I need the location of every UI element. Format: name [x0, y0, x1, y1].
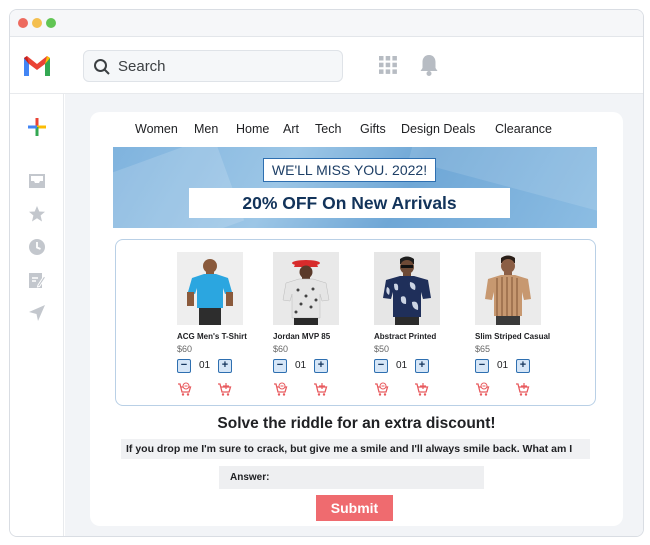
remove-from-cart-icon[interactable] — [374, 382, 389, 397]
remove-from-cart-icon[interactable] — [273, 382, 288, 397]
nav-art[interactable]: Art — [283, 122, 299, 136]
submit-button[interactable]: Submit — [316, 495, 393, 521]
compose-plus-icon[interactable] — [28, 118, 46, 136]
decrease-quantity-button[interactable]: − — [273, 359, 287, 373]
clock-icon[interactable] — [28, 238, 46, 256]
decrease-quantity-button[interactable]: − — [475, 359, 489, 373]
quantity-value: 01 — [497, 360, 509, 371]
riddle-title: Solve the riddle for an extra discount! — [217, 415, 496, 432]
nav-home[interactable]: Home — [236, 122, 269, 136]
product-name[interactable]: Slim Striped Casual — [475, 332, 550, 341]
product-price: $50 — [374, 344, 390, 354]
search-placeholder: Search — [118, 58, 166, 75]
increase-quantity-button[interactable]: + — [415, 359, 429, 373]
nav-design-deals[interactable]: Design Deals — [401, 122, 475, 136]
increase-quantity-button[interactable]: + — [218, 359, 232, 373]
gmail-logo[interactable] — [22, 54, 52, 78]
increase-quantity-button[interactable]: + — [516, 359, 530, 373]
product-name[interactable]: Abstract Printed — [374, 332, 436, 341]
bell-icon[interactable] — [418, 53, 440, 77]
star-icon[interactable] — [28, 205, 46, 223]
search-icon — [94, 59, 110, 75]
product-image[interactable] — [177, 252, 243, 325]
quantity-stepper: − 01 + — [475, 359, 535, 375]
app-header: Search — [10, 37, 643, 94]
riddle-text: If you drop me I'm sure to crack, but gi… — [121, 439, 590, 459]
add-to-cart-icon[interactable] — [313, 382, 328, 397]
product-card: Slim Striped Casual $65 − 01 + — [475, 252, 595, 402]
add-to-cart-icon[interactable] — [414, 382, 429, 397]
decrease-quantity-button[interactable]: − — [177, 359, 191, 373]
nav-tech[interactable]: Tech — [315, 122, 341, 136]
product-name[interactable]: ACG Men's T-Shirt — [177, 332, 247, 341]
product-grid: ACG Men's T-Shirt $60 − 01 + Jordan MVP … — [115, 239, 596, 406]
nav-men[interactable]: Men — [194, 122, 218, 136]
main-content: Women Men Home Art Tech Gifts Design Dea… — [65, 94, 643, 536]
browser-window: Search Women Men Home Art Tech Gifts Des… — [9, 9, 644, 537]
close-window-button[interactable] — [18, 18, 28, 28]
nav-gifts[interactable]: Gifts — [360, 122, 386, 136]
quantity-stepper: − 01 + — [374, 359, 434, 375]
quantity-value: 01 — [295, 360, 307, 371]
remove-from-cart-icon[interactable] — [177, 382, 192, 397]
product-price: $60 — [177, 344, 193, 354]
nav-clearance[interactable]: Clearance — [495, 122, 552, 136]
quantity-stepper: − 01 + — [177, 359, 237, 375]
product-image[interactable] — [273, 252, 339, 325]
quantity-value: 01 — [396, 360, 408, 371]
apps-grid-icon[interactable] — [378, 55, 398, 75]
banner-tag: WE'LL MISS YOU. 2022! — [263, 158, 436, 182]
sidebar — [10, 94, 64, 536]
increase-quantity-button[interactable]: + — [314, 359, 328, 373]
quantity-value: 01 — [199, 360, 211, 371]
send-icon[interactable] — [28, 304, 46, 322]
answer-field[interactable]: Answer: — [219, 466, 484, 489]
search-box[interactable]: Search — [83, 50, 343, 82]
email-card: Women Men Home Art Tech Gifts Design Dea… — [90, 112, 623, 526]
decrease-quantity-button[interactable]: − — [374, 359, 388, 373]
window-titlebar — [10, 10, 643, 37]
product-price: $60 — [273, 344, 289, 354]
nav-women[interactable]: Women — [135, 122, 178, 136]
add-to-cart-icon[interactable] — [515, 382, 530, 397]
banner-headline: 20% OFF On New Arrivals — [189, 188, 510, 218]
minimize-window-button[interactable] — [32, 18, 42, 28]
product-name[interactable]: Jordan MVP 85 — [273, 332, 330, 341]
maximize-window-button[interactable] — [46, 18, 56, 28]
answer-label: Answer: — [230, 472, 270, 483]
quantity-stepper: − 01 + — [273, 359, 333, 375]
product-image[interactable] — [374, 252, 440, 325]
promo-banner[interactable]: WE'LL MISS YOU. 2022! 20% OFF On New Arr… — [113, 147, 597, 228]
add-to-cart-icon[interactable] — [217, 382, 232, 397]
drafts-icon[interactable] — [28, 271, 46, 289]
remove-from-cart-icon[interactable] — [475, 382, 490, 397]
product-price: $65 — [475, 344, 491, 354]
product-image[interactable] — [475, 252, 541, 325]
inbox-icon[interactable] — [28, 172, 46, 190]
